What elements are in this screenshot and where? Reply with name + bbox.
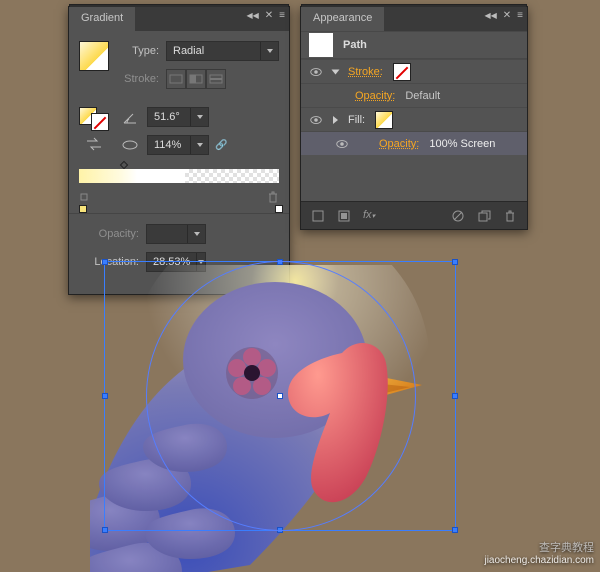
add-stroke-icon[interactable] (337, 209, 351, 223)
panel-collapse-icon[interactable]: ◀◀ (484, 11, 496, 20)
watermark-url: jiaocheng.chazidian.com (484, 555, 594, 566)
angle-icon (121, 108, 139, 126)
gradient-fill-swatch[interactable] (79, 41, 109, 71)
stroke-apply-within-icon (169, 74, 183, 84)
stroke-apply-across-button (206, 69, 226, 89)
chevron-down-icon[interactable] (187, 225, 205, 243)
panel-menu-icon[interactable]: ≡ (279, 10, 285, 21)
canvas[interactable] (90, 265, 462, 565)
chevron-down-icon[interactable] (260, 42, 278, 60)
color-stop-end[interactable] (275, 205, 283, 213)
watermark: 查字典教程 jiaocheng.chazidian.com (484, 538, 594, 566)
chevron-down-icon[interactable] (190, 136, 208, 154)
panel-close-icon[interactable]: ✕ (503, 10, 511, 21)
gradient-type-select[interactable]: Radial (166, 41, 279, 61)
appearance-stroke-row[interactable]: Stroke: (301, 59, 527, 83)
aspect-input[interactable]: 114% (147, 135, 209, 155)
panel-menu-icon[interactable]: ≡ (517, 10, 523, 21)
appearance-stroke-opacity-row[interactable]: Opacity: Default (301, 83, 527, 107)
visibility-icon[interactable] (309, 113, 323, 127)
new-art-icon[interactable] (311, 209, 325, 223)
resize-handle-w[interactable] (102, 393, 108, 399)
reverse-gradient-icon[interactable] (85, 137, 103, 151)
opacity-value: 100% Screen (429, 138, 495, 150)
fill-label: Fill: (348, 114, 365, 126)
stroke-label: Stroke: (121, 73, 159, 85)
opacity-link[interactable]: Opacity: (355, 90, 395, 102)
appearance-fill-row[interactable]: Fill: (301, 107, 527, 131)
type-label: Type: (121, 45, 159, 57)
aspect-ratio-icon (121, 136, 139, 154)
visibility-icon[interactable] (309, 65, 323, 79)
appearance-tab[interactable]: Appearance (301, 7, 384, 31)
visibility-icon[interactable] (335, 137, 349, 151)
stroke-apply-along-button (186, 69, 206, 89)
fx-menu[interactable]: fx▾ (363, 209, 375, 223)
stroke-apply-across-icon (209, 74, 223, 84)
gradient-tab[interactable]: Gradient (69, 7, 135, 31)
gradient-tab-label: Gradient (81, 12, 123, 24)
opacity-link[interactable]: Opacity: (379, 138, 419, 150)
appearance-object-header: Path (301, 31, 527, 59)
watermark-title: 查字典教程 (539, 542, 594, 554)
appearance-footer: fx▾ (301, 201, 527, 229)
stop-opacity-input[interactable] (146, 224, 206, 244)
angle-value: 51.6° (148, 111, 190, 123)
no-fill-swatch[interactable] (91, 113, 109, 131)
link-icon[interactable] (215, 139, 227, 151)
stroke-apply-within-button (166, 69, 186, 89)
stroke-swatch[interactable] (393, 63, 411, 81)
color-stop-start[interactable] (79, 205, 87, 213)
object-type-label: Path (343, 39, 367, 51)
aspect-value: 114% (148, 139, 190, 151)
opacity-value: Default (405, 90, 440, 102)
appearance-tab-label: Appearance (313, 12, 372, 24)
resize-handle-ne[interactable] (452, 259, 458, 265)
disclosure-icon[interactable] (332, 69, 340, 74)
chevron-down-icon[interactable] (190, 108, 208, 126)
trash-icon[interactable] (267, 191, 279, 203)
stroke-apply-along-icon (189, 74, 203, 84)
panel-collapse-icon[interactable]: ◀◀ (246, 11, 258, 20)
path-outline[interactable] (146, 261, 416, 531)
gradient-ramp[interactable] (79, 169, 279, 183)
gradient-type-value: Radial (167, 45, 260, 57)
resize-handle-nw[interactable] (102, 259, 108, 265)
stroke-link[interactable]: Stroke: (348, 66, 383, 78)
trash-icon[interactable] (503, 209, 517, 223)
object-thumbnail (309, 33, 333, 57)
resize-handle-se[interactable] (452, 527, 458, 533)
disclosure-icon[interactable] (333, 116, 338, 124)
stop-marker-icon (79, 192, 89, 202)
opacity-label: Opacity: (79, 228, 139, 240)
duplicate-icon[interactable] (477, 209, 491, 223)
panel-close-icon[interactable]: ✕ (265, 10, 273, 21)
appearance-fill-opacity-row[interactable]: Opacity: 100% Screen (301, 131, 527, 155)
angle-input[interactable]: 51.6° (147, 107, 209, 127)
fill-swatch[interactable] (375, 111, 393, 129)
resize-handle-sw[interactable] (102, 527, 108, 533)
resize-handle-e[interactable] (452, 393, 458, 399)
clear-appearance-icon[interactable] (451, 209, 465, 223)
